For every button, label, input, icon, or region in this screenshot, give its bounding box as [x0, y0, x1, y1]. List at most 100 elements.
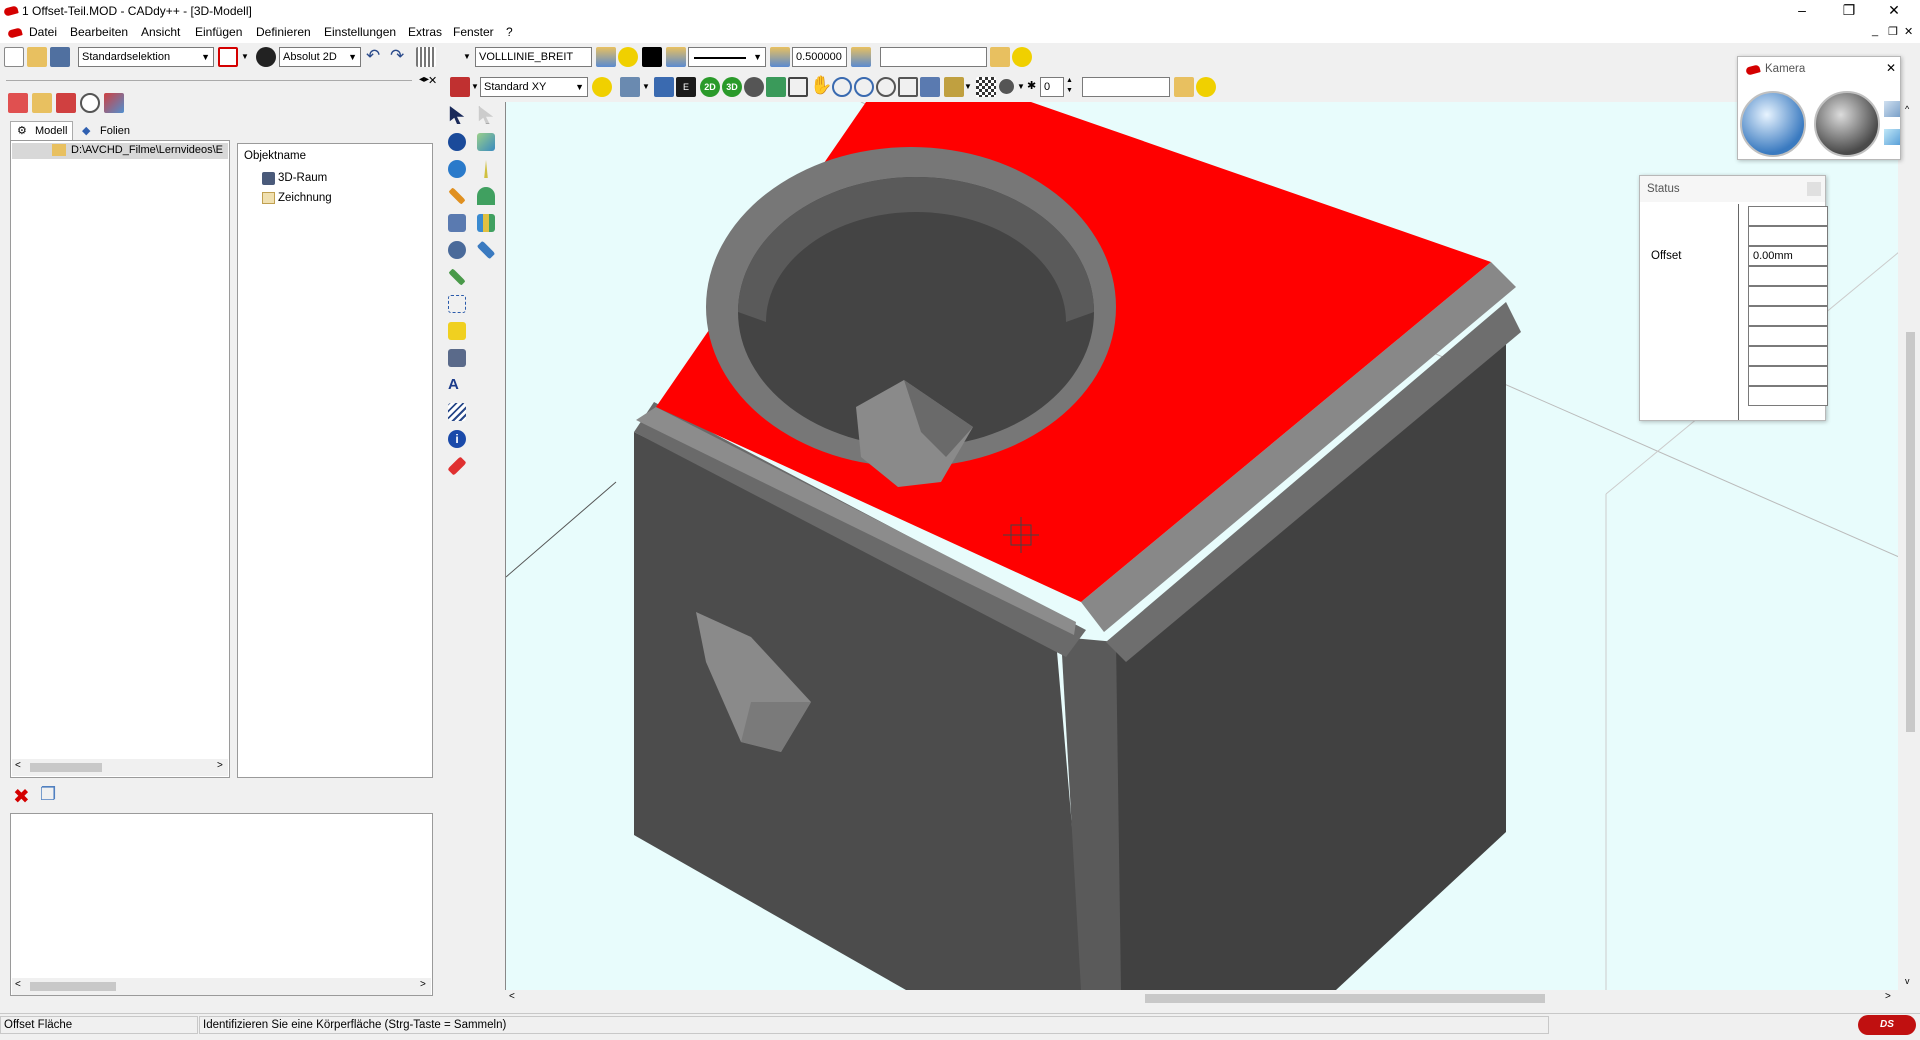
scrollbar-thumb[interactable] [30, 982, 116, 991]
close-panel-icon[interactable]: ✕ [428, 74, 437, 87]
scroll-right-icon[interactable]: > [420, 979, 426, 990]
layer-icon[interactable] [851, 47, 871, 67]
eraser-tool[interactable] [445, 455, 469, 477]
layer-icon[interactable] [596, 47, 616, 67]
camera-orbit-globe[interactable] [1740, 91, 1806, 157]
status-field[interactable] [1748, 386, 1828, 406]
offset-field[interactable]: 0.00mm [1748, 246, 1828, 266]
chevron-down-icon[interactable]: ▼ [1017, 82, 1025, 91]
transform-tool[interactable] [445, 239, 469, 261]
box-tool[interactable] [474, 131, 498, 153]
paint-tool[interactable] [474, 239, 498, 261]
layer-icon[interactable] [770, 47, 790, 67]
scrollbar-thumb[interactable] [1145, 994, 1545, 1003]
sphere-tool[interactable] [445, 131, 469, 153]
viewport-horizontal-scrollbar[interactable]: < > [505, 990, 1898, 1007]
status-field[interactable] [1748, 306, 1828, 326]
folder-icon[interactable] [32, 93, 52, 113]
chevron-down-icon[interactable]: ▼ [463, 52, 471, 61]
viewport-vertical-scrollbar[interactable]: ^ v [1902, 102, 1918, 990]
properties-horizontal-scrollbar[interactable]: < > [12, 978, 431, 995]
render-sphere-icon[interactable] [999, 79, 1014, 94]
scroll-right-icon[interactable]: > [217, 760, 223, 771]
cube-view-icon[interactable] [1884, 101, 1900, 117]
folder-icon[interactable] [1174, 77, 1194, 97]
redraw-icon[interactable] [920, 77, 940, 97]
orbit-icon[interactable] [744, 77, 764, 97]
menu-einfuegen[interactable]: Einfügen [195, 25, 242, 39]
status-field[interactable] [1748, 366, 1828, 386]
view-3d-button[interactable]: 3D [722, 77, 742, 97]
menu-bearbeiten[interactable]: Bearbeiten [70, 25, 128, 39]
tab-folien[interactable]: ◆ Folien [76, 123, 136, 140]
shading-icon[interactable] [944, 77, 964, 97]
chevron-down-icon[interactable]: ▼ [964, 82, 972, 91]
tree-horizontal-scrollbar[interactable]: < > [12, 759, 228, 776]
new-file-icon[interactable] [4, 47, 24, 67]
layer-icon[interactable] [666, 47, 686, 67]
edge-icon[interactable]: E [676, 77, 696, 97]
restore-button[interactable]: ❐ [1827, 0, 1871, 22]
pan-hand-icon[interactable]: ✋ [810, 75, 832, 96]
status-field[interactable] [1748, 346, 1828, 366]
menu-datei[interactable]: Datei [29, 25, 57, 39]
status-field[interactable] [1748, 286, 1828, 306]
info-tool[interactable]: i [445, 428, 469, 450]
chevron-down-icon[interactable]: ▼ [241, 52, 249, 61]
menu-einstellungen[interactable]: Einstellungen [324, 25, 396, 39]
snap-tool[interactable] [445, 293, 469, 315]
delete-all-icon[interactable]: ✖ [13, 784, 30, 809]
view-input-field[interactable] [1082, 77, 1170, 97]
text-tool[interactable]: A [445, 374, 469, 396]
scroll-left-icon[interactable]: < [15, 760, 21, 771]
measure-tool[interactable] [445, 266, 469, 288]
hidden-lines-icon[interactable] [976, 77, 996, 97]
toolbar-input-field[interactable] [880, 47, 987, 67]
tree-item-selected[interactable]: D:\AVCHD_Filme\Lernvideos\E [12, 143, 228, 159]
close-icon[interactable] [1807, 182, 1821, 196]
open-folder-icon[interactable] [27, 47, 47, 67]
object-item[interactable]: Zeichnung [262, 191, 412, 207]
save-icon[interactable] [50, 47, 70, 67]
scroll-right-icon[interactable]: > [1885, 991, 1891, 1002]
folder-icon[interactable] [990, 47, 1010, 67]
menu-help[interactable]: ? [506, 25, 513, 39]
line-type-field[interactable]: VOLLLINIE_BREIT [475, 47, 592, 67]
search-icon[interactable] [80, 93, 100, 113]
coordinate-mode-select[interactable]: Absolut 2D ▼ [279, 47, 361, 67]
scrollbar-thumb[interactable] [30, 763, 102, 772]
line-width-field[interactable]: 0.500000 [792, 47, 847, 67]
scroll-left-icon[interactable]: < [509, 991, 515, 1002]
workplane-icon[interactable] [620, 77, 640, 97]
camera-target-globe[interactable] [1814, 91, 1880, 157]
close-button[interactable]: ✕ [1872, 0, 1916, 22]
status-field[interactable] [1748, 266, 1828, 286]
dimension-tool[interactable] [445, 320, 469, 342]
chevron-down-icon[interactable]: ▼ [471, 82, 479, 91]
delete-icon[interactable] [56, 93, 76, 113]
zoom-in-icon[interactable] [832, 77, 852, 97]
selection-mode-select[interactable]: Standardselektion ▼ [78, 47, 214, 67]
lightbulb-icon[interactable] [618, 47, 638, 67]
mdi-minimize-icon[interactable]: _ [1872, 25, 1878, 37]
spinner-icon[interactable]: ▲ ▼ [1066, 76, 1073, 96]
redo-icon[interactable]: ↷ [390, 46, 404, 66]
status-field[interactable] [1748, 226, 1828, 246]
pencil-tool[interactable] [445, 185, 469, 207]
lightbulb-icon[interactable] [1012, 47, 1032, 67]
lightbulb-icon[interactable] [1196, 77, 1216, 97]
chart-tool[interactable] [474, 212, 498, 234]
select-alt-tool[interactable] [474, 104, 498, 126]
view-2d-button[interactable]: 2D [700, 77, 720, 97]
selection-filter-icon[interactable] [218, 47, 238, 67]
tab-modell[interactable]: ⚙ Modell [10, 121, 73, 140]
undo-icon[interactable]: ↶ [366, 46, 380, 66]
clipboard-icon[interactable]: ❐ [40, 784, 56, 805]
select-tool[interactable] [445, 104, 469, 126]
rotate-tool[interactable] [445, 158, 469, 180]
mdi-close-icon[interactable]: ✕ [1904, 25, 1913, 38]
surface-tool[interactable] [474, 185, 498, 207]
close-icon[interactable]: ✕ [1886, 61, 1896, 75]
menu-extras[interactable]: Extras [408, 25, 442, 39]
zoom-previous-icon[interactable] [898, 77, 918, 97]
